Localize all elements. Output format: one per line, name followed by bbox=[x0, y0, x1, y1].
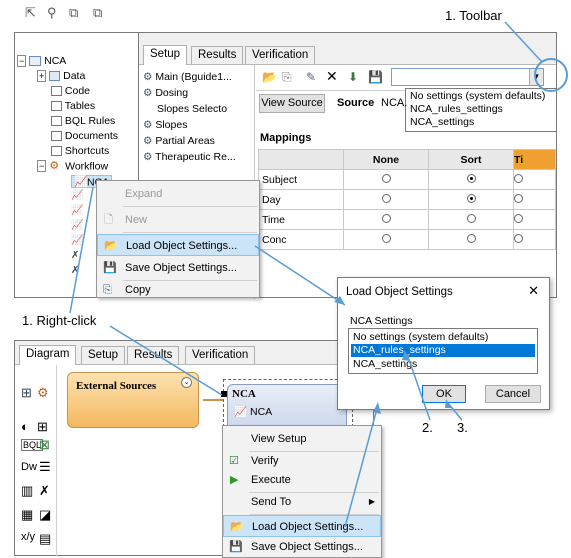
toolbar-callout-line bbox=[504, 21, 543, 63]
step2-callout-line bbox=[406, 353, 431, 421]
callout-overlay bbox=[69, 21, 568, 528]
right-click-callout-line-2 bbox=[109, 325, 223, 396]
bottom-load-callout-line bbox=[344, 404, 379, 528]
right-click-callout-line-1 bbox=[69, 186, 94, 314]
arrow-head bbox=[445, 399, 452, 408]
toolbar-callout-circle bbox=[534, 58, 568, 92]
arrow-head bbox=[373, 402, 381, 414]
load-menu-callout-line bbox=[254, 245, 346, 306]
arrow-head bbox=[334, 296, 345, 305]
arrow-head bbox=[402, 350, 410, 361]
